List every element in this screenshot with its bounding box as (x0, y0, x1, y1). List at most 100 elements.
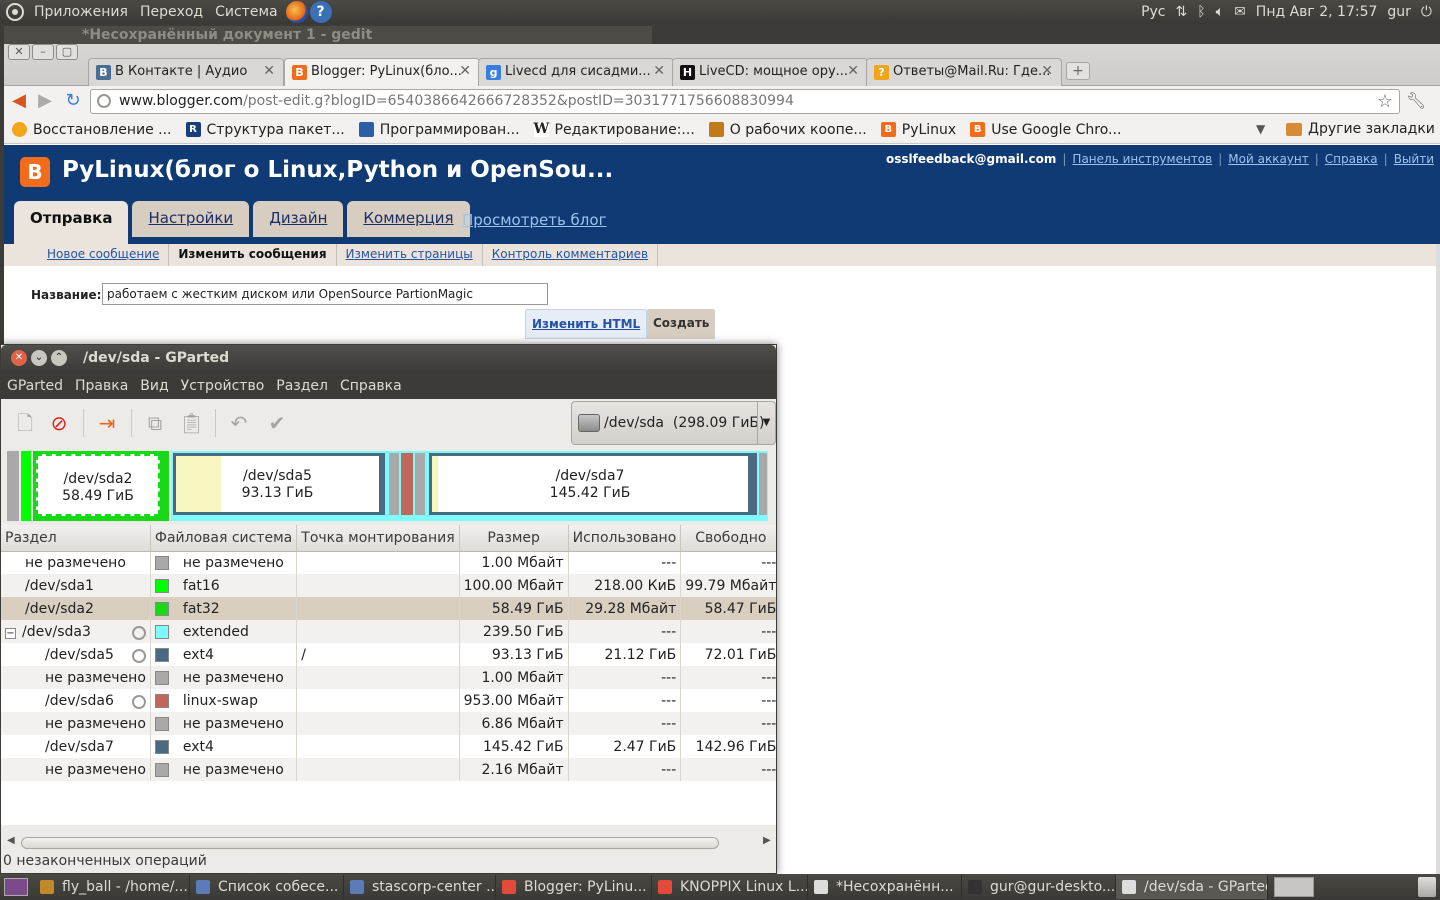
table-row[interactable]: /dev/sda1 fat16 100.00 Мбайт 218.00 КиБ 99.7… (1, 574, 776, 597)
table-row[interactable]: /dev/sda7 ext4 145.42 ГиБ 2.47 ГиБ 142.96 Ги… (1, 735, 776, 758)
scroll-left-icon[interactable]: ◀ (7, 835, 15, 846)
dashboard-link[interactable]: Панель инструментов (1072, 152, 1212, 166)
sda5-segment[interactable]: /dev/sda5 93.13 ГиБ (173, 453, 385, 515)
firefox-icon[interactable] (285, 1, 308, 23)
bookmark-item[interactable]: R Структура пакет... (185, 122, 345, 138)
address-bar[interactable]: www.blogger.com/post-edit.g?blogID=65403… (90, 89, 1400, 114)
bookmark-item[interactable]: Восстановление ... (12, 122, 172, 138)
table-row[interactable]: /dev/sda2 fat32 58.49 ГиБ 29.28 Мбайт 58.47 … (1, 597, 776, 620)
maximize-icon[interactable]: ▢ (56, 44, 78, 60)
table-row[interactable]: не размечено не размечено 2.16 Мбайт --- --- (1, 758, 776, 781)
col-filesystem[interactable]: Файловая система (150, 525, 298, 552)
other-bookmarks[interactable]: Другие закладки (1286, 121, 1435, 137)
close-icon[interactable]: ✕ (11, 350, 27, 366)
edit-pages-link[interactable]: Изменить страницы (337, 244, 483, 266)
help-icon[interactable]: ? (309, 1, 332, 23)
scroll-right-icon[interactable]: ▶ (763, 835, 771, 846)
bookmark-star-icon[interactable]: ☆ (1377, 90, 1393, 113)
menu-device[interactable]: Устройство (175, 378, 271, 394)
close-icon[interactable]: ✕ (8, 44, 30, 60)
minimize-icon[interactable]: – (32, 44, 54, 60)
bookmark-item[interactable]: Программирован... (358, 122, 520, 138)
bookmark-item[interactable]: B PyLinux (880, 122, 956, 138)
taskbar-item[interactable]: gur@gur-deskto... (962, 875, 1116, 899)
tab-close-icon[interactable]: ✕ (459, 63, 471, 79)
tab-close-icon[interactable]: ✕ (847, 63, 859, 79)
tab-posting[interactable]: Отправка (14, 201, 129, 245)
forward-arrow-icon[interactable]: ▶ (34, 91, 56, 111)
col-size[interactable]: Размер (459, 525, 569, 552)
edit-posts-link[interactable]: Изменить сообщения (169, 244, 337, 266)
taskbar-item[interactable]: KNOPPIX Linux L... (652, 875, 808, 899)
new-tab-button[interactable]: + (1066, 62, 1090, 80)
menu-partition[interactable]: Раздел (270, 378, 334, 394)
keyboard-layout[interactable]: Рус (1141, 4, 1165, 20)
wrench-icon[interactable]: 🔧︎ (1406, 91, 1426, 110)
menu-places[interactable]: Переход (134, 4, 209, 20)
taskbar-item[interactable]: /dev/sda - GParted (1116, 875, 1268, 899)
resize-move-icon[interactable]: ⇥ (95, 411, 119, 435)
gparted-titlebar[interactable]: ✕ ⌄ ⌃ /dev/sda - GParted (1, 345, 776, 373)
menu-edit[interactable]: Правка (69, 378, 134, 394)
col-mountpoint[interactable]: Точка монтирования (296, 525, 460, 552)
table-row[interactable]: не размечено не размечено 1.00 Мбайт --- --- (1, 666, 776, 689)
menu-view[interactable]: Вид (134, 378, 174, 394)
show-desktop-icon[interactable] (4, 878, 28, 896)
taskbar-item[interactable]: Список собесе... (190, 875, 344, 899)
sign-out-link[interactable]: Выйти (1394, 152, 1434, 166)
col-partition[interactable]: Раздел (1, 525, 151, 552)
volume-icon[interactable]: 🔈︎ (1216, 4, 1224, 20)
col-free[interactable]: Свободно (680, 525, 776, 552)
undo-icon[interactable]: ↶ (227, 411, 251, 435)
bookmarks-overflow-chevron-icon[interactable]: ▼ (1256, 122, 1265, 136)
sda7-segment[interactable]: /dev/sda7 145.42 ГиБ (429, 453, 757, 515)
tab-close-icon[interactable]: ✕ (1041, 63, 1053, 79)
minimize-icon[interactable]: ⌄ (31, 350, 47, 366)
compose-tab[interactable]: Создать (647, 309, 716, 339)
bookmark-item[interactable]: О рабочих коопе... (708, 122, 867, 138)
bluetooth-icon[interactable]: ᛒ (1197, 4, 1205, 20)
page-scrollbar[interactable] (1436, 244, 1440, 874)
taskbar-item[interactable]: stascorp-center ... (344, 875, 496, 899)
sda2-segment[interactable]: /dev/sda2 58.49 ГиБ (33, 451, 169, 521)
tab-design[interactable]: Дизайн (253, 201, 344, 237)
unallocated-segment[interactable] (759, 453, 767, 515)
copy-icon[interactable]: ⧉ (143, 411, 167, 435)
menu-applications[interactable]: Приложения (28, 4, 134, 20)
sda3-extended-segment[interactable]: /dev/sda5 93.13 ГиБ /dev/sda7 145.42 ГиБ (171, 451, 768, 521)
view-blog-link[interactable]: Просмотреть блог (462, 211, 606, 229)
user-menu[interactable]: gur (1387, 4, 1411, 20)
browser-tab[interactable]: ? Ответы@Mail.Ru: Где... ✕ (866, 58, 1062, 86)
browser-tab[interactable]: g Livecd для сисадми... ✕ (478, 58, 674, 86)
table-row[interactable]: /dev/sda6 linux-swap 953.00 Мбайт --- --- (1, 689, 776, 712)
network-icon[interactable]: ⇅ (1176, 4, 1188, 20)
mail-icon[interactable]: ✉ (1234, 4, 1246, 20)
unallocated-segment[interactable] (7, 451, 19, 521)
help-link[interactable]: Справка (1325, 152, 1378, 166)
browser-tab[interactable]: H LiveCD: мощное ору... ✕ (672, 58, 868, 86)
tab-close-icon[interactable]: ✕ (653, 63, 665, 79)
ubuntu-logo-icon[interactable] (6, 3, 24, 21)
moderate-comments-link[interactable]: Контроль комментариев (483, 244, 659, 266)
tab-close-icon[interactable]: ✕ (263, 63, 275, 79)
my-account-link[interactable]: Мой аккаунт (1228, 152, 1308, 166)
browser-tab[interactable]: В В Контакте | Аудио ✕ (88, 58, 284, 86)
unallocated-segment[interactable] (389, 453, 399, 515)
taskbar-item[interactable]: Blogger: PyLinu... (496, 875, 652, 899)
back-arrow-icon[interactable]: ◀ (8, 91, 30, 111)
delete-icon[interactable]: ⊘ (47, 411, 71, 435)
bookmark-item[interactable]: B Use Google Chro... (970, 122, 1121, 138)
device-selector[interactable]: /dev/sda (298.09 ГиБ) ▼ (571, 401, 776, 445)
table-row[interactable]: не размечено не размечено 1.00 Мбайт --- --- (1, 551, 776, 574)
taskbar-item[interactable]: *Несохранённ... (808, 875, 962, 899)
workspace-switcher[interactable] (1274, 877, 1314, 897)
blogger-logo-icon[interactable]: B (20, 157, 50, 187)
edit-html-tab[interactable]: Изменить HTML (525, 309, 648, 339)
unallocated-segment[interactable] (415, 453, 425, 515)
gedit-titlebar[interactable]: *Несохранённый документ 1 - gedit (4, 26, 652, 44)
bookmark-item[interactable]: W Редактирование:... (533, 122, 695, 138)
reload-icon[interactable]: ↻ (62, 91, 84, 111)
clock[interactable]: Пнд Авг 2, 17:57 (1256, 4, 1378, 20)
browser-tab-active[interactable]: B Blogger: PyLinux(бло... ✕ (284, 58, 480, 87)
maximize-icon[interactable]: ⌃ (51, 350, 67, 366)
